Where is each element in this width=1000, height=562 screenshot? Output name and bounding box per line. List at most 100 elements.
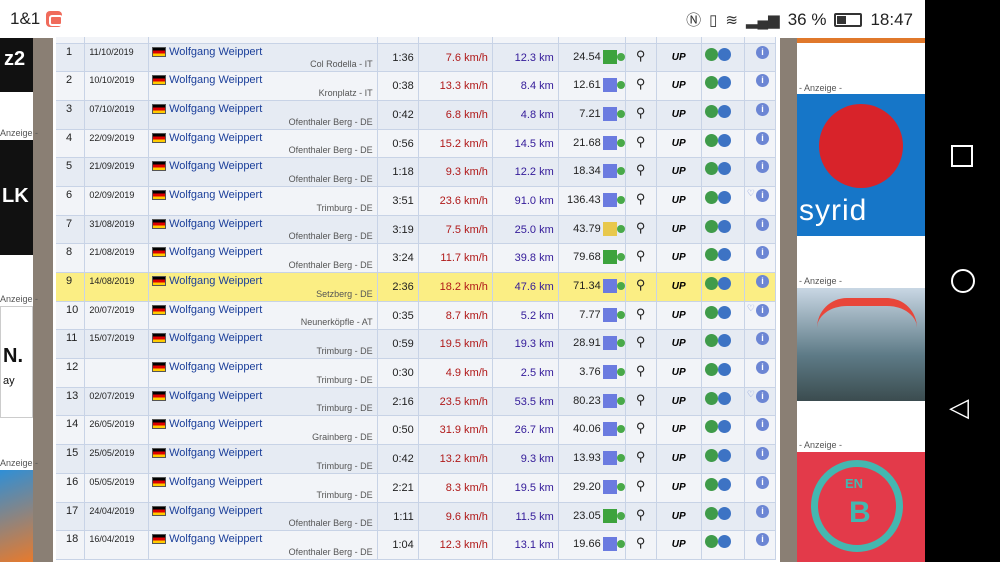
takeoff-site[interactable]: Ofenthaler Berg - DE (289, 117, 373, 127)
info-icon[interactable]: i (756, 533, 769, 547)
pilot-name[interactable]: Wolfgang Weippert (169, 533, 262, 545)
takeoff-site[interactable]: Kronplatz - IT (319, 88, 373, 98)
info-icon[interactable]: i (756, 217, 769, 231)
pilot-link[interactable]: Wolfgang Weippert (152, 447, 262, 459)
pilot-name[interactable]: Wolfgang Weippert (169, 304, 262, 316)
pilot-link[interactable]: Wolfgang Weippert (152, 46, 262, 58)
map-view-icon[interactable] (704, 449, 718, 463)
table-row[interactable]: 2 10/10/2019 Wolfgang Weippert Kronplatz - … (56, 71, 776, 101)
map-view-icon[interactable] (704, 535, 718, 549)
info-icon[interactable]: i (756, 332, 769, 346)
en-b-ad[interactable]: EN B (797, 452, 925, 562)
pilot-name[interactable]: Wolfgang Weippert (169, 46, 262, 58)
paraglider-photo-ad[interactable] (797, 288, 925, 401)
table-row[interactable]: 13 02/07/2019 Wolfgang Weippert Trimburg - … (56, 387, 776, 417)
comment-icon[interactable]: ♡ (747, 188, 755, 199)
pilot-link[interactable]: Wolfgang Weippert (152, 218, 262, 230)
map-view-icon[interactable] (704, 477, 718, 491)
takeoff-site[interactable]: Col Rodella - IT (310, 59, 373, 69)
globe-view-icon[interactable] (717, 391, 731, 405)
back-button[interactable]: ◁ (949, 392, 969, 423)
table-row[interactable]: 5 21/09/2019 Wolfgang Weippert Ofenthaler B… (56, 157, 776, 187)
table-row[interactable]: 15 25/05/2019 Wolfgang Weippert Trimburg - … (56, 444, 776, 474)
up-brand-logo[interactable]: UP (672, 109, 686, 120)
pilot-link[interactable]: Wolfgang Weippert (152, 332, 262, 344)
map-view-icon[interactable] (704, 363, 718, 377)
globe-view-icon[interactable] (717, 420, 731, 434)
pilot-name[interactable]: Wolfgang Weippert (169, 246, 262, 258)
globe-view-icon[interactable] (717, 277, 731, 290)
up-brand-logo[interactable]: UP (672, 224, 686, 235)
up-brand-logo[interactable]: UP (672, 281, 686, 292)
pilot-link[interactable]: Wolfgang Weippert (152, 246, 262, 258)
pilot-name[interactable]: Wolfgang Weippert (169, 361, 262, 373)
takeoff-site[interactable]: Ofenthaler Berg - DE (289, 547, 373, 557)
home-button[interactable] (951, 269, 975, 293)
info-icon[interactable]: i (756, 131, 769, 145)
takeoff-site[interactable]: Neunerköpfle - AT (301, 317, 373, 327)
globe-view-icon[interactable] (717, 535, 731, 549)
table-row[interactable]: 16 05/05/2019 Wolfgang Weippert Trimburg - … (56, 473, 776, 503)
pilot-name[interactable]: Wolfgang Weippert (169, 390, 262, 402)
map-view-icon[interactable] (704, 305, 718, 319)
globe-view-icon[interactable] (717, 133, 731, 147)
pilot-link[interactable]: Wolfgang Weippert (152, 160, 262, 172)
table-row[interactable]: 11 15/07/2019 Wolfgang Weippert Trimburg - … (56, 329, 776, 360)
globe-view-icon[interactable] (717, 363, 731, 377)
pilot-link[interactable]: Wolfgang Weippert (152, 304, 262, 316)
table-row[interactable]: 6 02/09/2019 Wolfgang Weippert Trimburg - D… (56, 186, 776, 216)
takeoff-site[interactable]: Trimburg - DE (316, 461, 372, 471)
takeoff-site[interactable]: Ofenthaler Berg - DE (289, 231, 373, 241)
table-row[interactable]: 14 26/05/2019 Wolfgang Weippert Grainberg -… (56, 415, 776, 446)
map-view-icon[interactable] (704, 47, 718, 61)
table-row[interactable]: 18 16/04/2019 Wolfgang Weippert Ofenthaler … (56, 530, 776, 560)
takeoff-site[interactable]: Trimburg - DE (316, 346, 372, 356)
map-view-icon[interactable] (704, 391, 718, 405)
info-icon[interactable]: i (756, 102, 769, 116)
pilot-link[interactable]: Wolfgang Weippert (152, 476, 262, 488)
takeoff-site[interactable]: Ofenthaler Berg - DE (289, 518, 373, 528)
info-icon[interactable]: i (756, 74, 769, 88)
pilot-name[interactable]: Wolfgang Weippert (169, 189, 262, 201)
pilot-link[interactable]: Wolfgang Weippert (152, 390, 262, 402)
info-icon[interactable]: i (756, 188, 769, 202)
table-row[interactable]: 10 20/07/2019 Wolfgang Weippert Neunerköpfl… (56, 301, 776, 331)
info-icon[interactable]: i (756, 303, 769, 317)
pilot-name[interactable]: Wolfgang Weippert (169, 132, 262, 144)
globe-view-icon[interactable] (717, 190, 731, 204)
up-brand-logo[interactable]: UP (672, 52, 686, 63)
pilot-name[interactable]: Wolfgang Weippert (169, 418, 262, 430)
up-brand-logo[interactable]: UP (672, 310, 686, 321)
table-row[interactable]: 9 14/08/2019 Wolfgang Weippert Setzberg - D… (56, 272, 776, 302)
pilot-name[interactable]: Wolfgang Weippert (169, 218, 262, 230)
pilot-name[interactable]: Wolfgang Weippert (169, 103, 262, 115)
pilot-name[interactable]: Wolfgang Weippert (169, 476, 262, 488)
takeoff-site[interactable]: Setzberg - DE (316, 289, 373, 299)
globe-view-icon[interactable] (717, 47, 731, 61)
info-icon[interactable]: i (756, 475, 769, 489)
table-row[interactable]: 3 07/10/2019 Wolfgang Weippert Ofenthaler B… (56, 100, 776, 130)
pilot-name[interactable]: Wolfgang Weippert (169, 332, 262, 344)
globe-view-icon[interactable] (717, 248, 731, 262)
recent-apps-button[interactable] (951, 145, 973, 167)
map-view-icon[interactable] (704, 190, 718, 204)
takeoff-site[interactable]: Grainberg - DE (312, 432, 373, 442)
up-brand-logo[interactable]: UP (672, 367, 686, 378)
info-icon[interactable]: i (756, 447, 769, 461)
pilot-name[interactable]: Wolfgang Weippert (169, 447, 262, 459)
left-ad-3[interactable]: N. ay (0, 306, 33, 418)
globe-view-icon[interactable] (717, 104, 731, 118)
info-icon[interactable]: i (756, 361, 769, 375)
pilot-link[interactable]: Wolfgang Weippert (152, 275, 262, 287)
map-view-icon[interactable] (704, 334, 718, 348)
pilot-link[interactable]: Wolfgang Weippert (152, 533, 262, 545)
pilot-link[interactable]: Wolfgang Weippert (152, 505, 262, 517)
map-view-icon[interactable] (704, 506, 718, 520)
left-ad-2[interactable]: LK (0, 140, 33, 255)
up-brand-logo[interactable]: UP (672, 539, 686, 550)
pilot-link[interactable]: Wolfgang Weippert (152, 189, 262, 201)
up-brand-logo[interactable]: UP (672, 482, 686, 493)
map-view-icon[interactable] (704, 104, 718, 118)
up-brand-logo[interactable]: UP (672, 453, 686, 464)
map-view-icon[interactable] (704, 162, 718, 176)
